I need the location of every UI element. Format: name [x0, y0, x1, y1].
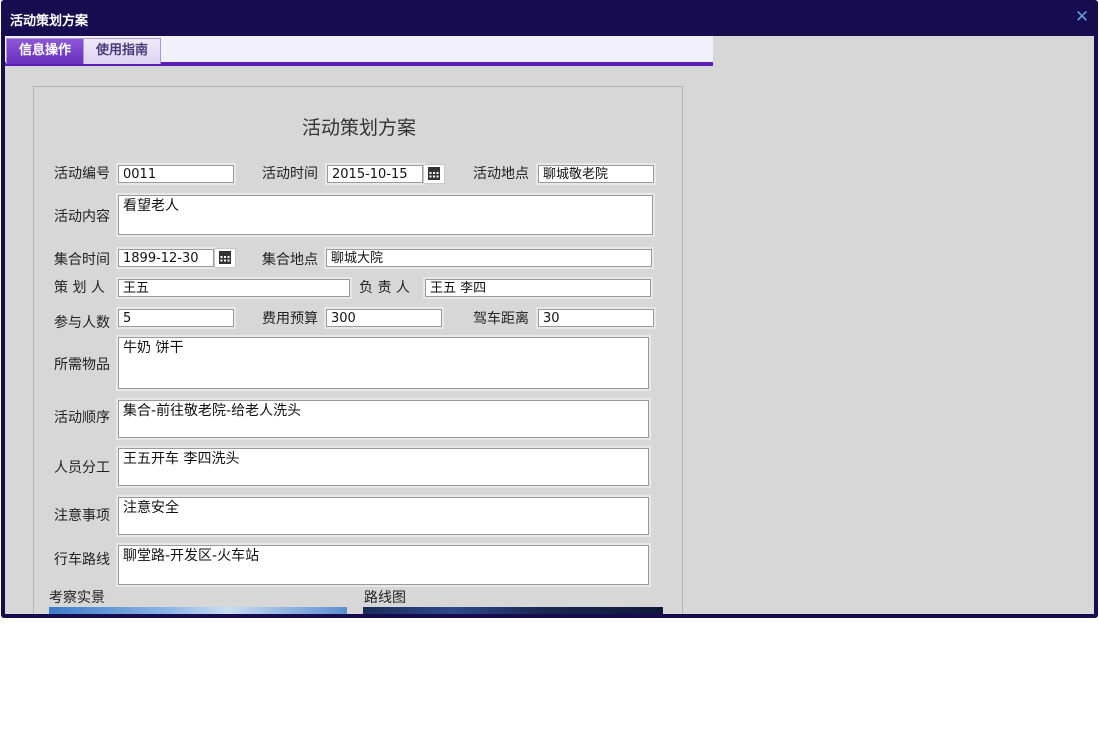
owner-field[interactable]: 王五 李四 — [425, 279, 651, 297]
budget-field[interactable]: 300 — [326, 309, 442, 327]
calendar-icon[interactable] — [214, 248, 236, 268]
close-icon[interactable]: ✕ — [1074, 9, 1090, 26]
client-area: 信息操作 使用指南 活动策划方案 活动编号 0011 活动时间 2015-10-… — [5, 36, 1094, 614]
planner-field[interactable]: 王五 — [118, 279, 350, 297]
owner-label: 负 责 人 — [359, 280, 410, 296]
site-photo — [49, 607, 347, 614]
activity-time-field[interactable]: 2015-10-15 — [327, 165, 423, 183]
map-label: 路线图 — [364, 590, 406, 606]
items-label: 所需物品 — [54, 357, 110, 373]
notes-label: 注意事项 — [54, 508, 110, 524]
participants-label: 参与人数 — [54, 315, 110, 331]
distance-label: 驾车距离 — [473, 311, 529, 327]
route-label: 行车路线 — [54, 552, 110, 568]
route-field[interactable]: 聊堂路-开发区-火车站 — [118, 545, 649, 585]
planner-label: 策 划 人 — [54, 280, 105, 296]
calendar-icon[interactable] — [423, 164, 445, 184]
activity-time-label: 活动时间 — [262, 166, 318, 182]
sequence-field[interactable]: 集合-前往敬老院-给老人洗头 — [118, 400, 649, 438]
tab-user-guide[interactable]: 使用指南 — [83, 38, 162, 64]
title-bar[interactable]: 活动策划方案 ✕ — [1, 0, 1098, 36]
participants-field[interactable]: 5 — [118, 309, 234, 327]
items-field[interactable]: 牛奶 饼干 — [118, 337, 649, 389]
gather-time-field[interactable]: 1899-12-30 — [118, 249, 214, 267]
tab-info-operation[interactable]: 信息操作 — [6, 38, 85, 64]
budget-label: 费用预算 — [262, 311, 318, 327]
content-label: 活动内容 — [54, 209, 110, 225]
sequence-label: 活动顺序 — [54, 410, 110, 426]
content-field[interactable]: 看望老人 — [118, 195, 653, 235]
activity-place-field[interactable]: 聊城敬老院 — [538, 165, 654, 183]
distance-field[interactable]: 30 — [538, 309, 654, 327]
gather-time-label: 集合时间 — [54, 252, 110, 268]
dialog-window: 活动策划方案 ✕ 信息操作 使用指南 活动策划方案 活动编号 0011 活动时间… — [1, 0, 1098, 618]
division-field[interactable]: 王五开车 李四洗头 — [118, 448, 649, 486]
photo-label: 考察实景 — [49, 590, 105, 606]
activity-place-label: 活动地点 — [473, 166, 529, 182]
form-title: 活动策划方案 — [301, 117, 416, 139]
activity-no-label: 活动编号 — [54, 166, 110, 182]
activity-no-field[interactable]: 0011 — [118, 165, 234, 183]
division-label: 人员分工 — [54, 460, 110, 476]
tab-strip: 信息操作 使用指南 — [5, 36, 713, 66]
window-title: 活动策划方案 — [10, 14, 89, 29]
form-panel: 活动策划方案 活动编号 0011 活动时间 2015-10-15 活动地点 聊城… — [33, 86, 683, 614]
gather-place-label: 集合地点 — [262, 252, 318, 268]
notes-field[interactable]: 注意安全 — [118, 497, 649, 535]
gather-place-field[interactable]: 聊城大院 — [326, 249, 652, 267]
route-map-image — [363, 607, 663, 614]
